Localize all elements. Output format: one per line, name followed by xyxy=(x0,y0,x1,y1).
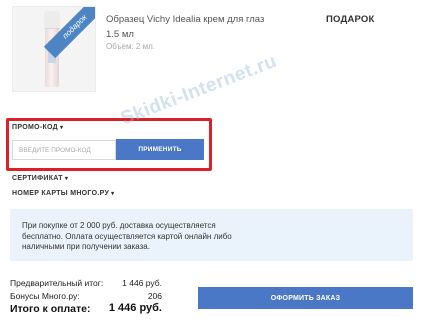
product-name[interactable]: Образец Vichy Idealia крем для глаз xyxy=(106,14,286,26)
loyalty-card-toggle[interactable]: НОМЕР КАРТЫ МНОГО.РУ ▾ xyxy=(12,190,114,197)
bonus-label: Бонусы Много.ру: xyxy=(10,291,80,301)
certificate-toggle-label: СЕРТИФИКАТ xyxy=(12,175,63,182)
total-value: 1 446 руб. xyxy=(108,302,162,314)
loyalty-card-toggle-label: НОМЕР КАРТЫ МНОГО.РУ xyxy=(12,190,110,197)
product-image[interactable]: подарок xyxy=(12,6,96,92)
bonus-value: 206 xyxy=(147,291,162,301)
product-size: 1.5 мл xyxy=(106,29,134,40)
subtotal-label: Предварительный итог: xyxy=(10,278,104,288)
chevron-down-icon: ▾ xyxy=(111,191,115,197)
certificate-toggle[interactable]: СЕРТИФИКАТ ▾ xyxy=(12,175,68,182)
promo-code-toggle-label: ПРОМО-КОД xyxy=(12,124,58,131)
chevron-down-icon: ▾ xyxy=(64,176,69,182)
checkout-button[interactable]: ОФОРМИТЬ ЗАКАЗ xyxy=(198,287,413,309)
gift-price-label: ПОДАРОК xyxy=(326,14,375,25)
promo-code-input[interactable] xyxy=(12,140,116,160)
total-label: Итого к оплате: xyxy=(10,303,91,315)
promo-code-toggle[interactable]: ПРОМО-КОД ▾ xyxy=(12,124,63,131)
product-volume: Объем: 2 мл. xyxy=(106,42,155,51)
tube-cap xyxy=(44,11,60,29)
delivery-info-text: При покупке от 2 000 руб. доставка осуще… xyxy=(22,221,232,251)
delivery-info-box: При покупке от 2 000 руб. доставка осуще… xyxy=(10,209,413,261)
apply-promo-button[interactable]: ПРИМЕНИТЬ xyxy=(116,139,204,160)
chevron-down-icon: ▾ xyxy=(59,125,64,131)
subtotal-value: 1 446 руб. xyxy=(122,278,162,288)
